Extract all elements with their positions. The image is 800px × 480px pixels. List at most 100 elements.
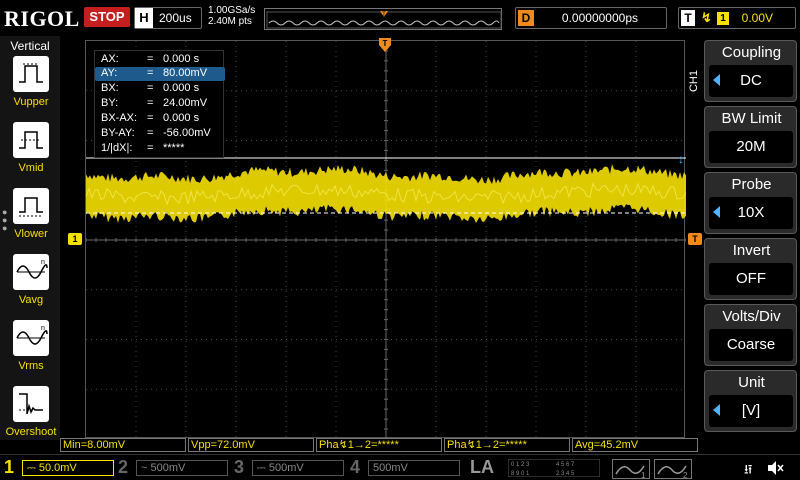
channel-1-number: 1 — [4, 457, 15, 477]
menu-invert[interactable]: Invert OFF — [704, 238, 797, 300]
vrms-icon: n — [13, 320, 49, 356]
trigger-settings[interactable]: T ↯ 1 0.00V — [678, 7, 796, 29]
dc-coupling-icon: ⎓ — [27, 462, 36, 474]
vertical-panel-title: Vertical — [10, 39, 50, 53]
horizontal-timebase[interactable]: H 200us — [134, 7, 202, 29]
timebase-value: 200us — [159, 11, 192, 25]
measure-vmid[interactable]: Vmid — [10, 122, 52, 186]
speaker-muted-icon[interactable] — [766, 459, 784, 477]
trigger-position-marker[interactable]: T — [379, 38, 391, 52]
channel-1-scale: ⎓ 50.0mV — [22, 460, 114, 476]
channel-menu: Coupling DC BW Limit 20M Probe 10X Inver… — [704, 40, 800, 438]
svg-text:0 1 2 3: 0 1 2 3 — [511, 462, 530, 468]
measure-vrms[interactable]: n Vrms — [10, 320, 52, 384]
probe-value: 10X — [709, 197, 793, 229]
svg-text:8 9 0 1: 8 9 0 1 — [511, 471, 530, 477]
measure-vlower[interactable]: Vlower — [10, 188, 52, 252]
generator-1-status[interactable]: 1 — [612, 459, 650, 480]
memory-overview-strip[interactable]: T — [264, 8, 502, 30]
invert-title: Invert — [732, 242, 771, 259]
cursor-readout-panel: AX: = 0.000 s AY: = 80.00mV BX: = 0.000 s BY: =… — [94, 50, 225, 158]
cursor-row-by-ay: BY-AY: = -56.00mV — [101, 127, 211, 139]
svg-text:2 3 4 5: 2 3 4 5 — [556, 471, 575, 477]
measure-vupper[interactable]: Vupper — [10, 56, 52, 120]
channel-2-scale: ~ 500mV — [136, 460, 228, 476]
bw-limit-title: BW Limit — [721, 110, 782, 127]
memory-depth: 2.40M pts — [208, 16, 252, 27]
menu-bw-limit[interactable]: BW Limit 20M — [704, 106, 797, 168]
memory-waveform-icon: T — [266, 11, 502, 29]
svg-text:T: T — [382, 12, 386, 18]
run-stop-indicator[interactable]: STOP — [84, 7, 130, 27]
logic-analyzer-status[interactable]: LA 0 1 2 3 4 5 6 7 8 9 0 1 2 3 4 5 — [464, 457, 604, 479]
generator-2-number: 2 — [683, 471, 688, 480]
vupper-icon — [13, 56, 49, 92]
usb-icon: ⭿ — [744, 462, 753, 477]
vrms-label: Vrms — [18, 360, 44, 372]
measure-overshoot[interactable]: Overshoot — [6, 386, 56, 450]
menu-coupling[interactable]: Coupling DC — [704, 40, 797, 102]
trigger-label: T — [681, 10, 695, 26]
measure-avg[interactable]: Avg=45.2mV — [572, 438, 698, 452]
la-channel-grid-icon: 0 1 2 3 4 5 6 7 8 9 0 1 2 3 4 5 — [508, 459, 600, 477]
horizontal-label: H — [135, 8, 153, 28]
left-arrow-icon — [713, 206, 720, 218]
ch1-offset-marker[interactable]: 1 — [68, 233, 82, 245]
vmid-icon — [13, 122, 49, 158]
trigger-level: 0.00V — [741, 11, 773, 25]
sine-wave-icon: 1 — [615, 465, 646, 480]
left-arrow-icon — [713, 404, 720, 416]
sample-rate: 1.00GSa/s — [208, 5, 256, 16]
sample-info: 1.00GSa/s 2.40M pts — [208, 5, 255, 27]
svg-text:n: n — [41, 259, 45, 266]
cursor-row-ax: AX: = 0.000 s — [101, 53, 200, 65]
rigol-logo: RIGOL — [4, 6, 80, 31]
generator-2-status[interactable]: 2 — [654, 459, 692, 480]
channel-2-number: 2 — [118, 457, 129, 477]
volts-div-title: Volts/Div — [722, 308, 781, 325]
trigger-source: 1 — [717, 12, 729, 25]
cursor-row-bx: BX: = 0.000 s — [101, 82, 200, 94]
menu-volts-div[interactable]: Volts/Div Coarse — [704, 304, 797, 366]
channel-3-scale: ⎓ 500mV — [252, 460, 344, 476]
la-label: LA — [470, 457, 494, 477]
cursor-row-bx-ax: BX-AX: = 0.000 s — [101, 112, 200, 124]
unit-value: [V] — [709, 395, 793, 427]
coupling-title: Coupling — [721, 44, 782, 61]
trigger-level-marker[interactable]: T — [688, 233, 702, 245]
ac-coupling-icon: ~ — [141, 462, 148, 474]
cursor-drag-icon[interactable]: ↕ — [678, 152, 684, 166]
cursor-row-by: BY: = 24.00mV — [101, 97, 208, 109]
svg-text:4 5 6 7: 4 5 6 7 — [556, 462, 575, 468]
overshoot-label: Overshoot — [5, 426, 57, 438]
probe-title: Probe — [731, 176, 772, 193]
bw-limit-value: 20M — [709, 131, 793, 163]
svg-text:T: T — [383, 39, 388, 48]
unit-title: Unit — [738, 374, 765, 391]
horizontal-delay[interactable]: D 0.00000000ps — [515, 7, 667, 29]
channel-4-scale: 500mV — [368, 460, 460, 476]
measure-phase-2[interactable]: Pha↯1→2=***** — [444, 438, 570, 452]
measure-min[interactable]: Min=8.00mV — [60, 438, 186, 452]
vlower-label: Vlower — [14, 228, 48, 240]
top-status-bar: RIGOL STOP H 200us 1.00GSa/s 2.40M pts T… — [0, 0, 800, 36]
invert-value: OFF — [709, 263, 793, 295]
dc-coupling-icon: ⎓ — [257, 462, 266, 474]
channel-menu-label: CH1 — [688, 70, 700, 93]
svg-text:n: n — [41, 325, 45, 332]
vertical-measure-panel: Vertical Vupper Vmid Vlower n Vavg n Vrm… — [0, 36, 60, 440]
sine-wave-icon: 2 — [657, 465, 688, 480]
measure-phase-1[interactable]: Pha↯1→2=***** — [316, 438, 442, 452]
cursor-row-ay[interactable]: AY: = 80.00mV — [95, 67, 225, 81]
menu-probe[interactable]: Probe 10X — [704, 172, 797, 234]
cursor-row-inv-dx: 1/|dX|: = ***** — [101, 142, 185, 154]
rising-edge-icon: ↯ — [701, 10, 712, 25]
coupling-value: DC — [709, 65, 793, 97]
channel-3-number: 3 — [234, 457, 245, 477]
measurement-results-bar: Min=8.00mV Vpp=72.0mV Pha↯1→2=***** Pha↯… — [60, 438, 704, 452]
menu-unit[interactable]: Unit [V] — [704, 370, 797, 432]
measure-vavg[interactable]: n Vavg — [10, 254, 52, 318]
vavg-label: Vavg — [18, 294, 44, 306]
overshoot-icon — [13, 386, 49, 422]
measure-vpp[interactable]: Vpp=72.0mV — [188, 438, 314, 452]
